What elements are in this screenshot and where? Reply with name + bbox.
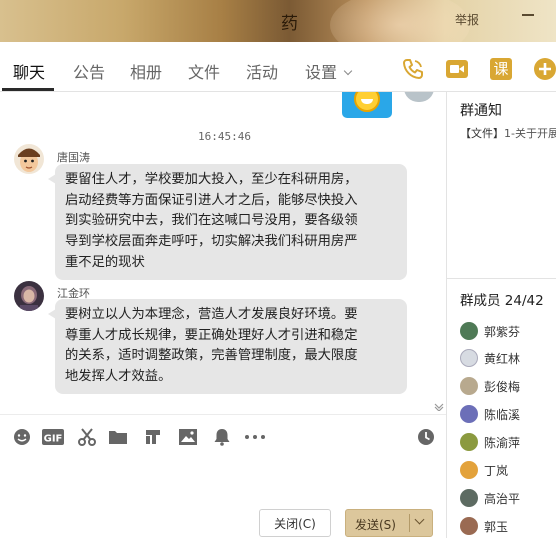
message-line: 要留住人才，学校要加大投入，至少在科研用房， bbox=[65, 172, 358, 187]
bell-icon[interactable] bbox=[212, 428, 232, 446]
member-item[interactable]: 郭紫芬 bbox=[460, 321, 556, 341]
avatar bbox=[460, 489, 478, 507]
avatar bbox=[460, 461, 478, 479]
tab-album[interactable]: 相册 bbox=[130, 59, 162, 83]
send-options-chevron-icon[interactable] bbox=[414, 514, 425, 525]
add-icon[interactable] bbox=[533, 57, 556, 81]
cartoon-face-icon bbox=[14, 144, 44, 174]
avatar-jiang-jinhuan[interactable] bbox=[14, 281, 44, 311]
notice-text: 1-关于开展 bbox=[504, 127, 556, 140]
tab-chat[interactable]: 聊天 bbox=[13, 59, 45, 83]
tab-settings-label: 设置 bbox=[305, 63, 338, 82]
message-line: 的关系，适时调整政策，完善管理制度，最大限度 bbox=[65, 348, 358, 364]
chevron-down-icon bbox=[343, 66, 353, 76]
member-name: 郭玉 bbox=[484, 520, 509, 534]
class-icon[interactable]: 课 bbox=[489, 57, 513, 81]
tab-bar: 聊天 公告 相册 文件 活动 设置 课 bbox=[0, 42, 556, 92]
member-item[interactable]: 彭俊梅 bbox=[460, 376, 556, 396]
message-line: 到实验研究中去，我们在这喊口号没用，要各级领 bbox=[65, 213, 358, 229]
message-input[interactable] bbox=[0, 458, 446, 506]
avatar-tang-guotao[interactable] bbox=[14, 144, 44, 174]
scissors-icon[interactable] bbox=[77, 428, 97, 446]
group-sidebar: 群通知 【文件】1-关于开展 群成员 24/42 郭紫芬 黄红林 彭俊梅 陈临溪… bbox=[447, 92, 556, 538]
message-line: 地发挥人才效益。 bbox=[65, 369, 172, 385]
message-line: 尊重人才成长规律，要正确处理好人才引进和稳定 bbox=[65, 327, 358, 343]
message-bubble[interactable]: 要留住人才，学校要加大投入，至少在科研用房， 启动经费等方面保证引进人才之后，能… bbox=[48, 164, 407, 280]
avatar bbox=[460, 377, 478, 395]
avatar bbox=[460, 517, 478, 535]
title-banner: 药 举报 bbox=[0, 0, 556, 42]
close-button[interactable]: 关闭(C) bbox=[259, 509, 331, 537]
message-bubble[interactable]: 要树立以人为本理念，营造人才发展良好环境。要 尊重人才成长规律，要正确处理好人才… bbox=[48, 299, 407, 394]
tab-activities[interactable]: 活动 bbox=[246, 59, 278, 83]
message-line: 重不足的现状 bbox=[65, 254, 145, 270]
scroll-to-bottom-icon[interactable] bbox=[434, 403, 444, 411]
class-label: 课 bbox=[493, 60, 508, 78]
more-icon[interactable] bbox=[243, 428, 267, 446]
send-button-label: 发送(S) bbox=[355, 518, 396, 532]
message-line: 导到学校层面奔走呼吁，切实解决我们科研用房严 bbox=[65, 234, 358, 250]
tab-settings[interactable]: 设置 bbox=[305, 59, 353, 83]
minimize-button[interactable] bbox=[522, 14, 534, 16]
group-notice-title: 群通知 bbox=[460, 103, 502, 119]
phone-icon[interactable] bbox=[401, 57, 425, 81]
avatar bbox=[460, 433, 478, 451]
grinning-face-icon bbox=[354, 92, 380, 112]
members-title: 群成员 24/42 bbox=[460, 293, 544, 309]
emoji-icon[interactable] bbox=[12, 428, 32, 446]
avatar bbox=[460, 349, 478, 367]
banner-image bbox=[330, 0, 470, 42]
gif-label: GIF bbox=[44, 434, 63, 445]
member-name: 高治平 bbox=[484, 492, 521, 506]
image-icon[interactable] bbox=[178, 428, 198, 446]
message-line: 要树立以人为本理念，营造人才发展良好环境。要 bbox=[65, 307, 358, 322]
sender-name: 唐国涛 bbox=[57, 151, 90, 164]
member-name: 彭俊梅 bbox=[484, 380, 521, 394]
member-name: 丁岚 bbox=[484, 464, 509, 478]
group-notice-item[interactable]: 【文件】1-关于开展 bbox=[460, 125, 556, 141]
message-timestamp: 16:45:46 bbox=[198, 130, 251, 143]
member-name: 陈渝萍 bbox=[484, 436, 521, 450]
member-item[interactable]: 丁岚 bbox=[460, 460, 556, 480]
tab-announcements[interactable]: 公告 bbox=[73, 59, 105, 83]
report-link[interactable]: 举报 bbox=[455, 11, 479, 28]
sticker-message[interactable] bbox=[342, 92, 392, 118]
message-line: 启动经费等方面保证引进人才之后，能够尽快投入 bbox=[65, 192, 358, 208]
member-item[interactable]: 黄红林 bbox=[460, 348, 556, 368]
member-item[interactable]: 陈临溪 bbox=[460, 404, 556, 424]
avatar bbox=[460, 405, 478, 423]
member-name: 郭紫芬 bbox=[484, 325, 521, 339]
member-name: 陈临溪 bbox=[484, 408, 521, 422]
window-title: 药 bbox=[281, 14, 298, 34]
tab-active-indicator bbox=[2, 88, 54, 91]
photo-avatar-icon bbox=[14, 281, 44, 311]
chat-history[interactable]: 16:45:46 唐国涛 要留住人才，学校要加大投入，至少在科研用房， 启动经费… bbox=[0, 92, 446, 414]
member-item[interactable]: 高治平 bbox=[460, 488, 556, 508]
gif-icon[interactable]: GIF bbox=[42, 428, 64, 446]
send-button[interactable]: 发送(S) bbox=[345, 509, 433, 537]
video-icon[interactable] bbox=[445, 57, 469, 81]
member-item[interactable]: 郭玉 bbox=[460, 516, 556, 536]
tab-files[interactable]: 文件 bbox=[188, 59, 220, 83]
folder-icon[interactable] bbox=[108, 428, 128, 446]
avatar bbox=[460, 322, 478, 340]
input-toolbar: GIF bbox=[0, 414, 446, 458]
self-avatar[interactable] bbox=[404, 92, 434, 102]
history-icon[interactable] bbox=[416, 428, 436, 446]
music-icon[interactable] bbox=[143, 428, 163, 446]
member-name: 黄红林 bbox=[484, 352, 521, 366]
notice-tag: 【文件】 bbox=[460, 127, 504, 140]
member-item[interactable]: 陈渝萍 bbox=[460, 432, 556, 452]
